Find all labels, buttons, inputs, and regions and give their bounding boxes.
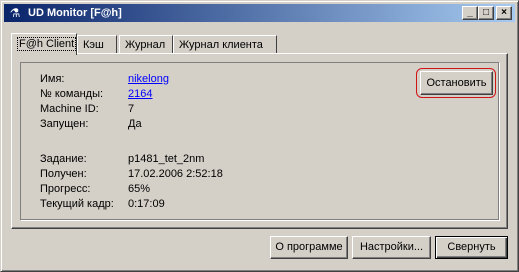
current-frame-value: 0:17:09 bbox=[128, 198, 165, 210]
tab-client-log[interactable]: Журнал клиента bbox=[173, 35, 277, 53]
running-label: Запущен: bbox=[40, 118, 89, 130]
current-frame-label: Текущий кадр: bbox=[40, 198, 114, 210]
tab-label: F@h Client bbox=[17, 37, 77, 51]
name-link[interactable]: nikelong bbox=[128, 73, 169, 85]
team-label: № команды: bbox=[40, 88, 104, 100]
stop-button[interactable]: Остановить bbox=[420, 71, 493, 95]
machine-id-value: 7 bbox=[128, 103, 135, 115]
progress-value: 65% bbox=[128, 183, 151, 195]
machine-id-row: Machine ID: 7 bbox=[40, 103, 340, 117]
tab-cache[interactable]: Кэш bbox=[77, 35, 117, 53]
tab-label: Журнал клиента bbox=[179, 39, 263, 51]
running-value: Да bbox=[128, 118, 142, 130]
running-row: Запущен: Да bbox=[40, 118, 340, 132]
window-title: UD Monitor [F@h] bbox=[28, 7, 122, 19]
received-row: Получен: 17.02.2006 2:52:18 bbox=[40, 168, 340, 182]
received-label: Получен: bbox=[40, 168, 87, 180]
task-value: p1481_tet_2nm bbox=[128, 153, 205, 165]
tab-label: Кэш bbox=[83, 39, 104, 51]
app-window: ⚗ UD Monitor [F@h] _ □ × F@h Client Кэш … bbox=[0, 0, 519, 272]
tab-label: Журнал bbox=[125, 39, 166, 51]
progress-label: Прогресс: bbox=[40, 183, 91, 195]
task-row: Задание: p1481_tet_2nm bbox=[40, 153, 340, 167]
name-row: Имя: nikelong bbox=[40, 73, 340, 87]
minimize-to-tray-button[interactable]: Свернуть bbox=[435, 236, 508, 259]
tab-log[interactable]: Журнал bbox=[119, 35, 173, 53]
machine-id-label: Machine ID: bbox=[40, 103, 99, 115]
settings-button[interactable]: Настройки... bbox=[352, 236, 431, 259]
team-row: № команды: 2164 bbox=[40, 88, 340, 102]
minimize-window-button[interactable]: _ bbox=[462, 6, 478, 20]
received-value: 17.02.2006 2:52:18 bbox=[128, 168, 223, 180]
progress-row: Прогресс: 65% bbox=[40, 183, 340, 197]
close-window-button[interactable]: × bbox=[496, 6, 512, 20]
team-link[interactable]: 2164 bbox=[128, 88, 152, 100]
maximize-window-button[interactable]: □ bbox=[478, 6, 494, 20]
tab-fah-client[interactable]: F@h Client bbox=[11, 33, 77, 55]
title-bar[interactable]: ⚗ UD Monitor [F@h] _ □ × bbox=[4, 4, 515, 22]
task-label: Задание: bbox=[40, 153, 87, 165]
name-label: Имя: bbox=[40, 73, 65, 85]
current-frame-row: Текущий кадр: 0:17:09 bbox=[40, 198, 340, 212]
about-button[interactable]: О программе bbox=[270, 236, 348, 259]
app-flask-icon: ⚗ bbox=[9, 6, 21, 20]
